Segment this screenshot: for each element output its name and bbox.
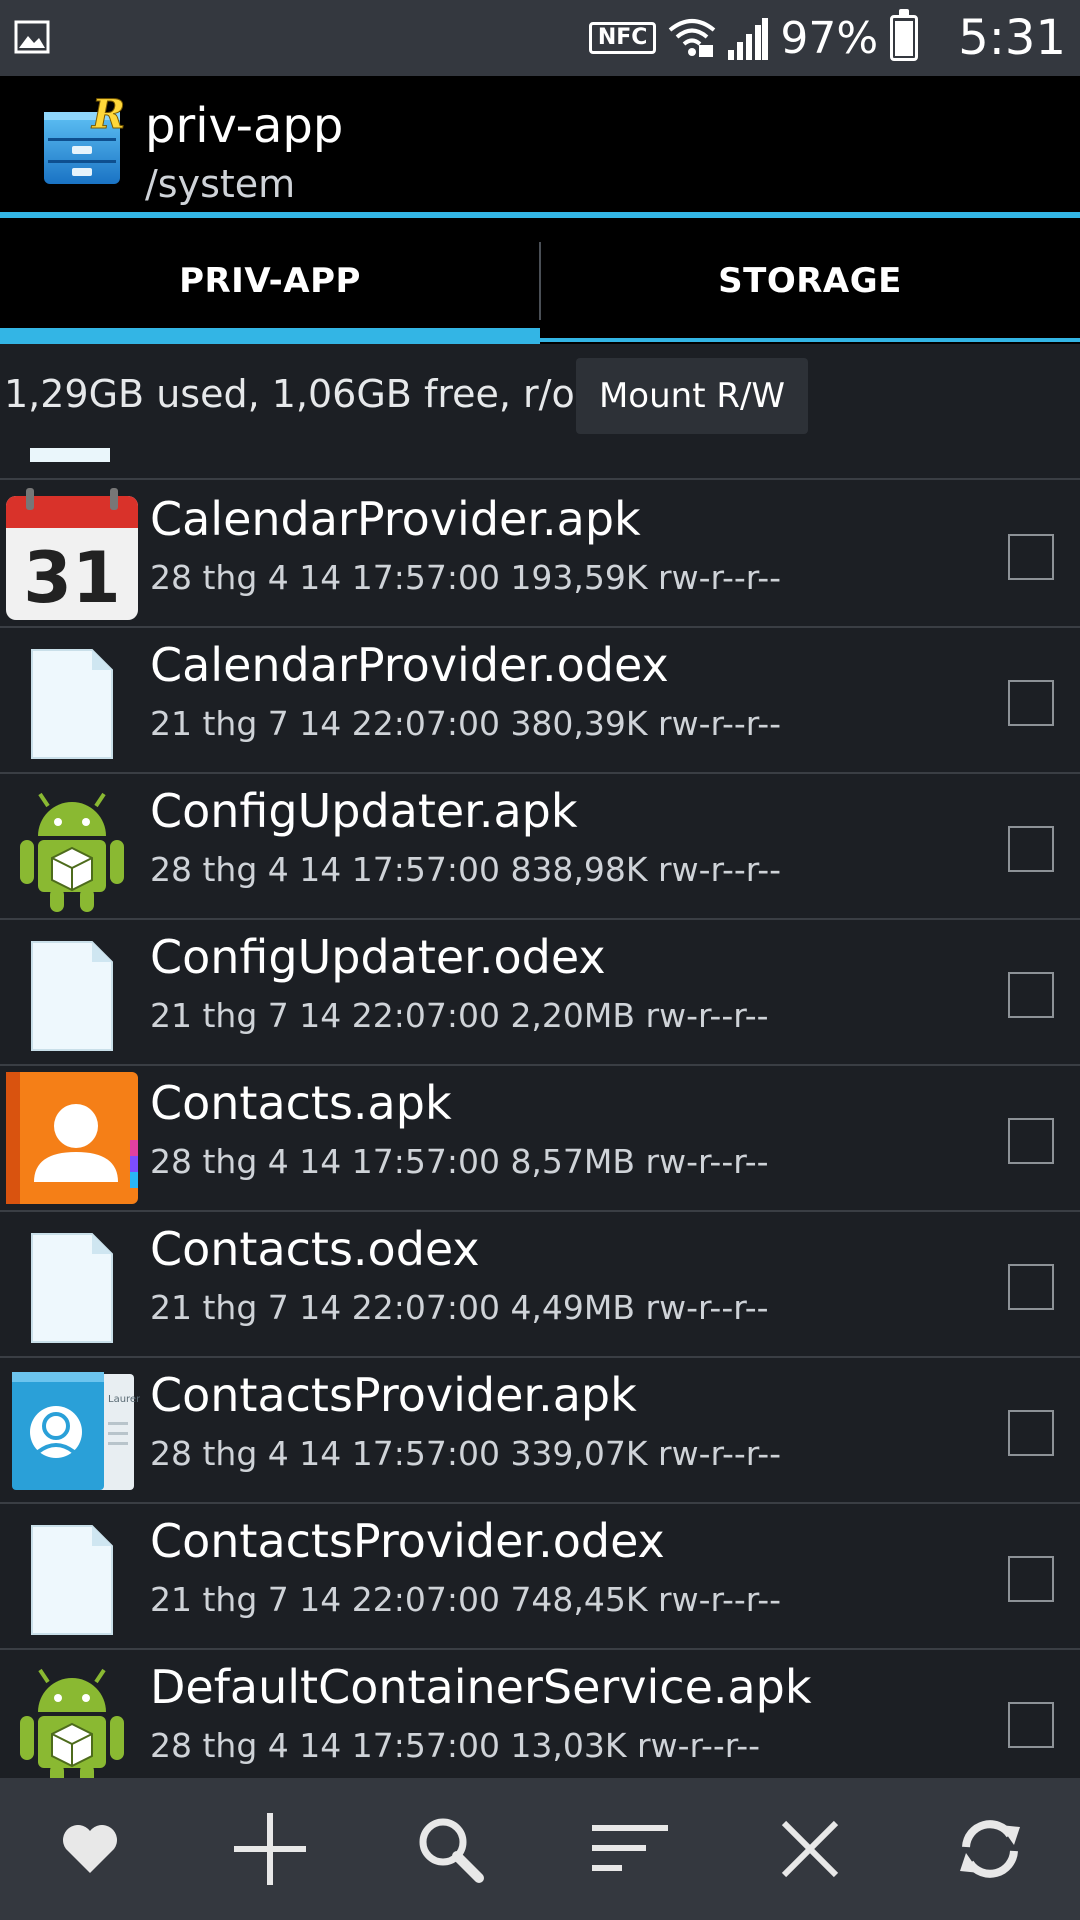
file-name: CalendarProvider.apk	[150, 492, 641, 546]
list-item[interactable]: Lauren Ipsum ContactsProvider.apk 28 thg…	[0, 1358, 1080, 1504]
sort-icon	[592, 1825, 668, 1871]
contacts-icon	[6, 1072, 138, 1204]
tab-label: STORAGE	[718, 261, 902, 301]
list-item[interactable]: Contacts.apk 28 thg 4 14 17:57:00 8,57MB…	[0, 1066, 1080, 1212]
file-name: DefaultContainerService.apk	[150, 1660, 812, 1714]
battery-percent: 97%	[780, 12, 879, 64]
list-item[interactable]: ConfigUpdater.odex 21 thg 7 14 22:07:00 …	[0, 920, 1080, 1066]
close-button[interactable]	[750, 1789, 870, 1909]
tab-priv-app[interactable]: PRIV-APP	[0, 218, 540, 344]
select-checkbox[interactable]	[1008, 1264, 1054, 1310]
android-icon	[20, 792, 124, 912]
tab-divider	[539, 242, 541, 320]
file-name: ContactsProvider.odex	[150, 1514, 665, 1568]
file-meta: 28 thg 4 14 17:57:00 838,98K rw-r--r--	[150, 850, 782, 889]
refresh-button[interactable]	[930, 1789, 1050, 1909]
file-name: CalendarProvider.odex	[150, 638, 669, 692]
mount-rw-button[interactable]: Mount R/W	[576, 358, 808, 434]
file-icon	[30, 448, 110, 462]
tab-label: PRIV-APP	[179, 261, 361, 301]
file-name: Contacts.apk	[150, 1076, 452, 1130]
heart-icon	[63, 1825, 117, 1873]
file-meta: 21 thg 7 14 22:07:00 2,20MB rw-r--r--	[150, 996, 769, 1035]
file-list[interactable]: 31 CalendarProvider.apk 28 thg 4 14 17:5…	[0, 448, 1080, 1778]
android-icon	[20, 1668, 124, 1778]
file-icon	[31, 1525, 113, 1635]
list-item[interactable]: 31 CalendarProvider.apk 28 thg 4 14 17:5…	[0, 482, 1080, 628]
root-explorer-logo-icon[interactable]: R	[40, 94, 128, 190]
image-notification-icon	[14, 20, 50, 54]
list-item[interactable]: ContactsProvider.odex 21 thg 7 14 22:07:…	[0, 1504, 1080, 1650]
bottom-toolbar	[0, 1778, 1080, 1920]
calendar-icon: 31	[6, 488, 138, 620]
file-name: Contacts.odex	[150, 1222, 480, 1276]
close-icon	[781, 1820, 839, 1878]
sort-button[interactable]	[570, 1789, 690, 1909]
file-icon	[31, 649, 113, 759]
active-tab-indicator	[0, 328, 540, 344]
wifi-icon	[669, 19, 716, 57]
tab-bar: PRIV-APP STORAGE	[0, 218, 1080, 344]
file-name: ContactsProvider.apk	[150, 1368, 637, 1422]
status-bar: NFC 97% 5:31	[0, 0, 1080, 76]
file-icon	[31, 941, 113, 1051]
file-name: ConfigUpdater.apk	[150, 784, 578, 838]
add-icon	[234, 1813, 306, 1885]
app-header: R priv-app /system	[0, 76, 1080, 212]
list-item[interactable]: CalendarProvider.odex 21 thg 7 14 22:07:…	[0, 628, 1080, 774]
select-checkbox[interactable]	[1008, 534, 1054, 580]
tab-baseline	[540, 338, 1080, 342]
file-meta: 21 thg 7 14 22:07:00 748,45K rw-r--r--	[150, 1580, 782, 1619]
file-meta: 21 thg 7 14 22:07:00 380,39K rw-r--r--	[150, 704, 782, 743]
select-checkbox[interactable]	[1008, 972, 1054, 1018]
page-title: priv-app	[145, 98, 344, 154]
list-item-partial[interactable]	[0, 448, 1080, 480]
nfc-icon: NFC	[588, 22, 657, 54]
list-item[interactable]: Contacts.odex 21 thg 7 14 22:07:00 4,49M…	[0, 1212, 1080, 1358]
select-checkbox[interactable]	[1008, 1410, 1054, 1456]
add-button[interactable]	[210, 1789, 330, 1909]
select-checkbox[interactable]	[1008, 680, 1054, 726]
svg-text:R: R	[91, 94, 125, 138]
file-meta: 28 thg 4 14 17:57:00 339,07K rw-r--r--	[150, 1434, 782, 1473]
tab-storage[interactable]: STORAGE	[540, 218, 1080, 344]
list-item[interactable]: DefaultContainerService.apk 28 thg 4 14 …	[0, 1650, 1080, 1778]
status-right: NFC 97% 5:31	[588, 0, 1066, 76]
calendar-day: 31	[23, 537, 120, 619]
list-item[interactable]: ConfigUpdater.apk 28 thg 4 14 17:57:00 8…	[0, 774, 1080, 920]
contacts-provider-icon: Lauren Ipsum	[12, 1372, 140, 1490]
clock: 5:31	[958, 10, 1066, 66]
select-checkbox[interactable]	[1008, 1556, 1054, 1602]
signal-icon	[728, 18, 769, 60]
file-meta: 21 thg 7 14 22:07:00 4,49MB rw-r--r--	[150, 1288, 769, 1327]
page-subtitle: /system	[145, 162, 296, 206]
search-icon	[419, 1818, 484, 1883]
battery-icon	[890, 9, 919, 61]
storage-info-bar: 1,29GB used, 1,06GB free, r/o Mount R/W	[0, 344, 1080, 448]
file-meta: 28 thg 4 14 17:57:00 13,03K rw-r--r--	[150, 1726, 761, 1765]
contact-card-text: Lauren Ipsum	[108, 1394, 140, 1405]
select-checkbox[interactable]	[1008, 1118, 1054, 1164]
file-meta: 28 thg 4 14 17:57:00 8,57MB rw-r--r--	[150, 1142, 769, 1181]
select-checkbox[interactable]	[1008, 826, 1054, 872]
refresh-icon	[960, 1820, 1020, 1878]
file-name: ConfigUpdater.odex	[150, 930, 606, 984]
file-meta: 28 thg 4 14 17:57:00 193,59K rw-r--r--	[150, 558, 782, 597]
favorite-button[interactable]	[30, 1789, 150, 1909]
storage-info-text: 1,29GB used, 1,06GB free, r/o	[4, 372, 575, 416]
file-icon	[31, 1233, 113, 1343]
select-checkbox[interactable]	[1008, 1702, 1054, 1748]
search-button[interactable]	[390, 1789, 510, 1909]
